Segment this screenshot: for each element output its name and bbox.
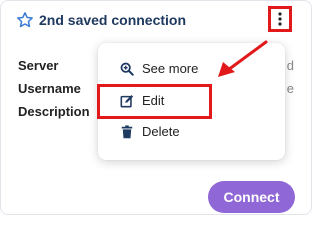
star-outline-icon[interactable] [16, 11, 34, 29]
annotation-arrow [218, 40, 268, 77]
username-value: e [286, 81, 294, 96]
edit-icon [120, 95, 134, 108]
connect-button[interactable]: Connect [208, 181, 295, 213]
server-label: Server [18, 58, 59, 73]
more-options-button[interactable] [268, 6, 292, 32]
server-value: d [286, 58, 294, 73]
connection-title: 2nd saved connection [39, 12, 187, 28]
menu-item-label: See more [142, 61, 199, 76]
description-label: Description [18, 104, 90, 119]
zoom-in-icon [120, 62, 134, 76]
menu-item-label: Edit [142, 93, 165, 108]
trash-icon [121, 125, 133, 139]
menu-item-edit[interactable]: Edit [98, 89, 285, 113]
username-label: Username [18, 81, 81, 96]
kebab-icon [278, 12, 282, 26]
menu-item-delete[interactable]: Delete [98, 120, 285, 144]
menu-item-label: Delete [142, 124, 180, 139]
